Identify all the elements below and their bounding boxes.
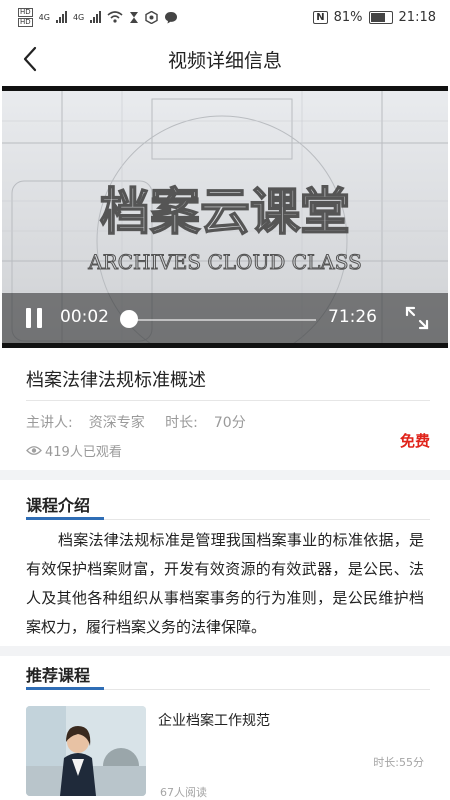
signal-icon — [90, 11, 102, 23]
app-header: 视频详细信息 — [0, 34, 450, 84]
message-icon — [165, 11, 178, 23]
hd-badge: HD — [18, 17, 33, 27]
status-left: HD HD 4G 4G — [18, 7, 178, 27]
view-count-text: 419人已观看 — [45, 445, 122, 460]
wifi-icon — [107, 11, 123, 23]
lecturer-label: 主讲人: — [26, 415, 73, 431]
pause-icon — [26, 308, 31, 328]
signal-icon — [55, 11, 67, 23]
recommended-course-duration: 时长:55分 — [373, 756, 424, 769]
divider — [104, 519, 430, 520]
course-duration: 70分 — [213, 415, 246, 431]
seek-handle[interactable] — [120, 310, 138, 328]
page-title: 视频详细信息 — [167, 49, 282, 72]
pause-button[interactable] — [26, 308, 44, 328]
recommend-heading-underline — [26, 687, 104, 690]
nfc-icon: N — [313, 10, 328, 24]
course-title: 档案法律法规标准概述 — [26, 370, 206, 391]
course-meta: 主讲人: 资深专家 时长: 70分 — [26, 412, 262, 432]
view-count: 419人已观看 — [26, 441, 122, 460]
status-bar: HD HD 4G 4G N 81% 21:18 — [0, 0, 450, 34]
lecturer-name: 资深专家 — [88, 415, 145, 431]
seek-track[interactable] — [128, 319, 316, 321]
battery-percent: 81% — [333, 9, 363, 25]
recommended-course-reads: 67人阅读 — [160, 786, 207, 799]
signal-label: 4G — [72, 12, 85, 22]
battery-icon — [368, 10, 393, 24]
clock: 21:18 — [398, 9, 436, 25]
recommended-course-title[interactable]: 企业档案工作规范 — [158, 710, 270, 730]
price-badge: 免费 — [399, 432, 430, 450]
intro-text: 档案法律法规标准是管理我国档案事业的标准依据，是有效保护档案财富，开发有效资源的… — [26, 531, 424, 636]
divider — [104, 689, 430, 690]
app-notification-icon — [145, 10, 158, 24]
hourglass-icon — [130, 11, 139, 23]
intro-heading-underline — [26, 517, 104, 520]
fullscreen-icon[interactable] — [404, 305, 430, 331]
recommend-heading: 推荐课程 — [26, 666, 91, 685]
watermark-subtitle: ARCHIVES CLOUD CLASS — [87, 250, 362, 274]
section-gap — [0, 646, 450, 656]
chevron-left-icon — [23, 46, 37, 72]
watermark-title: 档案云课堂 — [100, 183, 350, 241]
hd-badges: HD HD — [18, 7, 33, 27]
back-button[interactable] — [16, 44, 44, 74]
eye-icon — [26, 446, 42, 455]
hd-badge: HD — [18, 7, 33, 17]
player-controls: 00:02 71:26 — [2, 293, 448, 343]
course-thumbnail-image — [26, 706, 146, 796]
total-duration: 71:26 — [328, 307, 377, 327]
status-right: N 81% 21:18 — [313, 10, 436, 25]
video-player[interactable]: 档案云课堂 ARCHIVES CLOUD CLASS 00:02 71:26 — [2, 86, 448, 348]
current-time: 00:02 — [60, 307, 109, 327]
recommended-course-item[interactable]: 企业档案工作规范 时长:55分 67人阅读 — [26, 706, 424, 799]
signal-label: 4G — [38, 12, 50, 22]
section-gap — [0, 470, 450, 480]
duration-label: 时长: — [165, 415, 198, 431]
divider — [26, 400, 430, 401]
course-thumbnail[interactable] — [26, 706, 146, 796]
intro-heading: 课程介绍 — [26, 496, 91, 515]
